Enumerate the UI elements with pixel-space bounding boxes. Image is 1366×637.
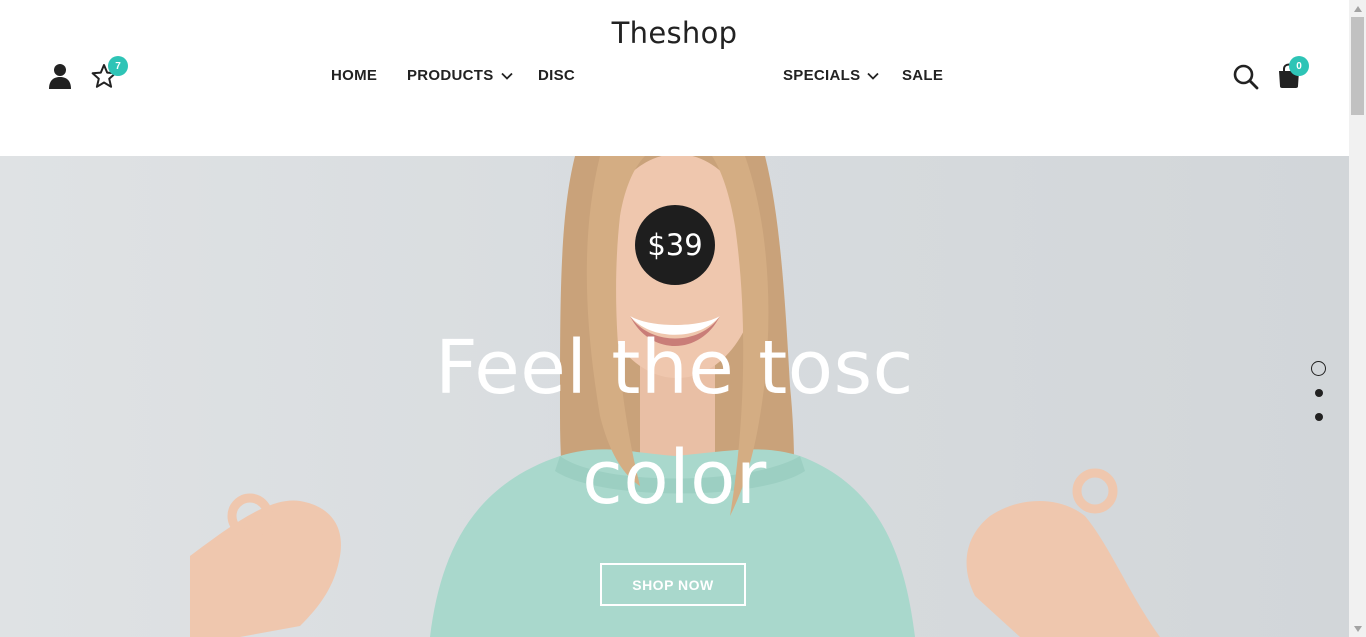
search-icon xyxy=(1233,64,1259,90)
triangle-down-icon xyxy=(1353,625,1362,632)
wishlist-count-badge: 7 xyxy=(108,56,128,76)
scroll-down-arrow[interactable] xyxy=(1349,620,1366,637)
shop-now-button[interactable]: SHOP NOW xyxy=(600,563,746,606)
nav-item-sale[interactable]: SALE xyxy=(902,67,943,84)
hero-headline: Feel the tosc color xyxy=(0,313,1349,533)
nav-item-specials-label: SPECIALS xyxy=(783,67,861,84)
chevron-down-icon xyxy=(867,72,880,80)
nav-item-specials[interactable]: SPECIALS xyxy=(783,67,880,84)
slide-dot-2[interactable] xyxy=(1315,389,1323,397)
scroll-thumb[interactable] xyxy=(1351,17,1364,115)
triangle-up-icon xyxy=(1353,5,1362,12)
slide-dot-1[interactable] xyxy=(1311,361,1326,376)
search-button[interactable] xyxy=(1231,62,1261,92)
nav-item-sale-label: SALE xyxy=(902,67,944,84)
site-logo[interactable]: Theshop xyxy=(0,16,1349,50)
site-header: Theshop 7 HOME PRODUCTS DISC SPECIALS SA… xyxy=(0,0,1349,156)
page-scrollbar[interactable] xyxy=(1349,0,1366,637)
nav-item-products-label: PRODUCTS xyxy=(407,67,494,84)
nav-item-disc-label: DISC xyxy=(538,67,576,84)
chevron-down-icon xyxy=(500,72,513,80)
account-button[interactable] xyxy=(46,61,74,91)
nav-item-disc[interactable]: DISC xyxy=(538,67,575,84)
nav-item-products[interactable]: PRODUCTS xyxy=(407,67,514,84)
hero-headline-line-2: color xyxy=(582,435,767,521)
price-badge: $39 xyxy=(635,205,715,285)
hero-headline-line-1: Feel the tosc xyxy=(435,325,914,411)
user-icon xyxy=(49,64,71,89)
cart-count-badge: 0 xyxy=(1289,56,1309,76)
scroll-up-arrow[interactable] xyxy=(1349,0,1366,17)
nav-item-home[interactable]: HOME xyxy=(331,67,377,84)
slide-dot-3[interactable] xyxy=(1315,413,1323,421)
hero-slider: $39 Feel the tosc color SHOP NOW xyxy=(0,156,1349,637)
nav-item-home-label: HOME xyxy=(331,67,378,84)
